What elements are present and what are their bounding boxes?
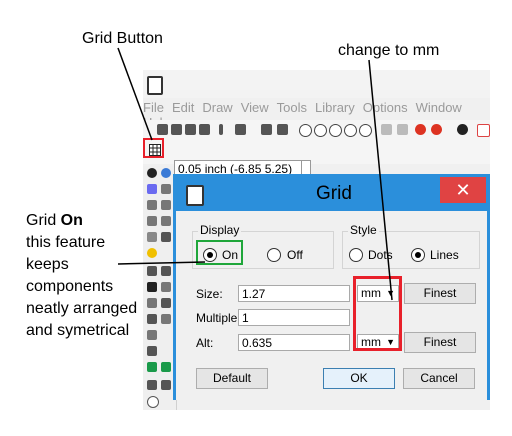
grid-on-pointer xyxy=(117,261,206,265)
grid-button-pointer xyxy=(117,47,153,141)
pointer-lines xyxy=(117,47,393,301)
mm-pointer xyxy=(368,59,393,301)
